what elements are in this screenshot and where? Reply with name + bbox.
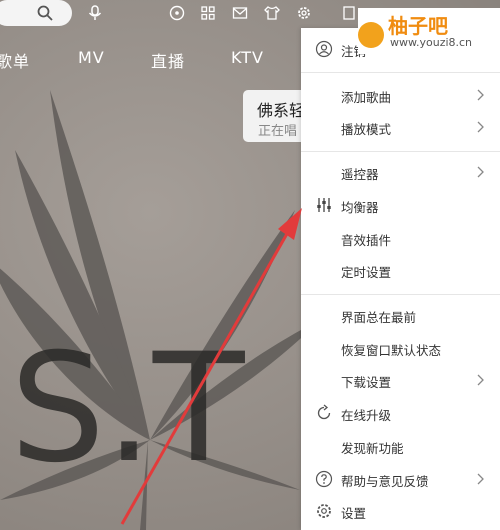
now-playing-status: 正在唱 — [258, 124, 298, 139]
mail-icon[interactable] — [231, 4, 249, 22]
watermark-title: 柚子吧 — [388, 14, 448, 38]
main-menu-dropdown: 注销 添加歌曲 播放模式 遥控器 均衡器 音效插件 定时设置 界面总在最前 恢复… — [301, 28, 500, 530]
nav-ktv[interactable]: KTV — [231, 48, 264, 67]
menu-label-timer: 定时设置 — [341, 265, 392, 280]
watermark-logo — [358, 22, 384, 48]
now-playing-title: 佛系轻 — [257, 101, 306, 120]
menu-label-download-settings: 下载设置 — [341, 375, 392, 390]
upgrade-icon — [317, 404, 331, 420]
watermark: 柚子吧 www.youzi8.cn — [358, 8, 500, 54]
menu-item-settings[interactable]: 设置 — [301, 496, 500, 526]
skin-icon[interactable] — [263, 4, 281, 22]
nav-live[interactable]: 直播 — [151, 48, 185, 72]
chevron-right-icon — [477, 89, 484, 101]
microphone-icon[interactable] — [86, 4, 104, 22]
menu-label-effects: 音效插件 — [341, 233, 392, 248]
menu-item-help-feedback[interactable]: 帮助与意见反馈 — [301, 464, 500, 494]
gear-icon — [317, 504, 331, 518]
menu-item-equalizer[interactable]: 均衡器 — [301, 190, 500, 220]
menu-label-always-on-top: 界面总在最前 — [341, 310, 417, 325]
menu-item-timer[interactable]: 定时设置 — [301, 255, 500, 285]
menu-item-play-mode[interactable]: 播放模式 — [301, 112, 500, 142]
menu-divider — [301, 72, 500, 73]
watermark-url: www.youzi8.cn — [390, 36, 473, 49]
apps-icon[interactable] — [199, 4, 217, 22]
menu-item-effects[interactable]: 音效插件 — [301, 223, 500, 253]
menu-label-discover: 发现新功能 — [341, 441, 404, 456]
search-input[interactable] — [0, 0, 72, 26]
gear-icon[interactable] — [295, 4, 313, 22]
chevron-right-icon — [477, 374, 484, 386]
menu-item-online-upgrade[interactable]: 在线升级 — [301, 398, 500, 428]
equalizer-icon — [317, 198, 331, 212]
menu-item-remote[interactable]: 遥控器 — [301, 157, 500, 187]
menu-label-settings: 设置 — [341, 506, 367, 521]
game-icon[interactable] — [168, 4, 186, 22]
nav-mv[interactable]: MV — [78, 48, 105, 67]
nav-playlist[interactable]: 歌单 — [0, 48, 30, 72]
menu-item-download-settings[interactable]: 下载设置 — [301, 365, 500, 395]
chevron-right-icon — [477, 473, 484, 485]
mini-mode-icon[interactable] — [340, 4, 358, 22]
menu-label-remote: 遥控器 — [341, 167, 379, 182]
menu-item-always-on-top[interactable]: 界面总在最前 — [301, 300, 500, 330]
menu-label-restore-window: 恢复窗口默认状态 — [341, 343, 442, 358]
menu-item-add-song[interactable]: 添加歌曲 — [301, 80, 500, 110]
menu-label-online-upgrade: 在线升级 — [341, 408, 392, 423]
menu-item-restore-window[interactable]: 恢复窗口默认状态 — [301, 333, 500, 363]
user-icon — [315, 40, 333, 58]
menu-divider — [301, 151, 500, 152]
menu-label-play-mode: 播放模式 — [341, 122, 392, 137]
search-icon[interactable] — [36, 4, 54, 22]
menu-label-help-feedback: 帮助与意见反馈 — [341, 474, 429, 489]
menu-label-equalizer: 均衡器 — [341, 200, 379, 215]
chevron-right-icon — [477, 121, 484, 133]
chevron-right-icon — [477, 166, 484, 178]
menu-item-discover[interactable]: 发现新功能 — [301, 431, 500, 461]
menu-divider — [301, 294, 500, 295]
help-icon — [315, 470, 333, 488]
artwork-letters: S.T — [10, 322, 246, 496]
menu-label-add-song: 添加歌曲 — [341, 90, 392, 105]
